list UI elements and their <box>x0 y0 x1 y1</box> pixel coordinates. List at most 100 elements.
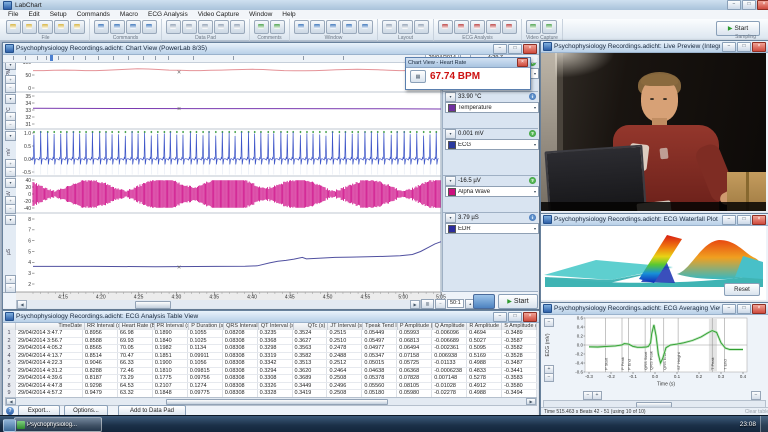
minimize-icon[interactable]: − <box>727 0 741 10</box>
column-header[interactable]: QT Interval (s) <box>259 322 294 330</box>
close-icon[interactable]: × <box>523 44 537 54</box>
info-icon[interactable]: i <box>529 214 536 221</box>
datapad-select-icon[interactable] <box>214 20 229 34</box>
layout-custom-icon[interactable] <box>414 20 429 34</box>
channel-menu-icon[interactable]: ▾ <box>5 215 16 225</box>
minimize-icon[interactable]: − <box>722 42 736 52</box>
channel-value-row[interactable]: ▾0.001 mV <box>445 130 484 138</box>
column-header[interactable]: Tpeak Tend Interv <box>363 322 398 330</box>
table-row[interactable]: 329/04/2014 4:05.20.856570.050.19820.113… <box>3 345 537 353</box>
minimize-icon[interactable]: − <box>722 304 736 314</box>
show-desktop-button[interactable] <box>760 416 768 432</box>
close-icon[interactable]: × <box>752 215 766 225</box>
maximize-icon[interactable]: □ <box>737 304 751 314</box>
axis-zoom-out-icon[interactable]: − <box>5 167 16 177</box>
x-zoom-in-button[interactable]: + <box>592 391 602 400</box>
column-header[interactable]: PR Interval (s) <box>155 322 190 330</box>
axis-zoom-out-icon[interactable]: − <box>5 83 16 93</box>
column-header[interactable]: TimeDate <box>16 322 85 330</box>
preview-window-titlebar[interactable]: Psychophysiology Recordings.adicht: Live… <box>541 41 768 53</box>
datapad-export-icon[interactable] <box>230 20 245 34</box>
layout-columns-icon[interactable] <box>398 20 413 34</box>
channel-value-row[interactable]: ▾3.79 µS <box>445 214 479 222</box>
video-camera-icon[interactable] <box>526 20 541 34</box>
menu-setup[interactable]: Setup <box>45 11 72 18</box>
waterfall-window-titlebar[interactable]: Psychophysiology Recordings.adicht: ECG … <box>541 214 768 226</box>
scroll-left-icon[interactable]: ◀ <box>6 398 16 405</box>
menu-ecg-analysis[interactable]: ECG Analysis <box>143 11 193 18</box>
save-icon[interactable] <box>38 20 53 34</box>
table-row[interactable]: 629/04/2014 4:31.20.828872.460.18100.098… <box>3 368 537 376</box>
column-header[interactable]: P Amplitude (mV) <box>398 322 433 330</box>
minimize-icon[interactable]: − <box>722 215 736 225</box>
menu-macro[interactable]: Macro <box>115 11 143 18</box>
datapad-grid-icon[interactable] <box>166 20 181 34</box>
help-icon[interactable]: ? <box>6 407 14 415</box>
column-header[interactable]: QTc (s) <box>294 322 329 330</box>
channel-selector[interactable]: EDR▾ <box>445 223 539 234</box>
layout-grid-icon[interactable] <box>382 20 397 34</box>
maximize-icon[interactable]: □ <box>737 42 751 52</box>
column-header[interactable]: RR Interval (s) <box>85 322 120 330</box>
annotate-icon[interactable] <box>110 20 125 34</box>
ecg-report-icon[interactable] <box>502 20 517 34</box>
comment-block-marker[interactable] <box>50 55 53 61</box>
zoom-window-icon[interactable] <box>326 20 341 34</box>
comment-marker-x[interactable]: × <box>177 70 181 77</box>
ecg-table-icon[interactable] <box>470 20 485 34</box>
menu-window[interactable]: Window <box>244 11 277 18</box>
close-icon[interactable]: × <box>757 0 768 10</box>
zoom-out-icon[interactable]: − <box>435 299 446 309</box>
help-icon[interactable]: ? <box>529 130 536 137</box>
x-zoom-right-button[interactable]: − <box>751 391 761 400</box>
tile-windows-icon[interactable] <box>294 20 309 34</box>
scroll-right-icon[interactable]: ▶ <box>526 398 536 405</box>
column-header[interactable]: QRS Interval (s) <box>224 322 259 330</box>
chart-window-titlebar[interactable]: Psychophysiology Recordings.adicht: Char… <box>3 43 539 55</box>
table-row[interactable]: 829/04/2014 4:47.80.929864.530.21070.127… <box>3 383 537 391</box>
minimize-icon[interactable]: − <box>493 44 507 54</box>
quick-launch-icon[interactable] <box>3 419 16 432</box>
axis-zoom-out-icon[interactable]: − <box>5 283 16 293</box>
maximize-icon[interactable]: □ <box>742 0 756 10</box>
menu-file[interactable]: File <box>3 11 23 18</box>
compression-ratio[interactable]: 50:1 <box>447 299 464 308</box>
export-icon[interactable] <box>70 20 85 34</box>
taskbar-labchart-button[interactable]: Psychophysiolog... <box>14 417 102 432</box>
column-header[interactable]: S Amplitude (mV) <box>502 322 537 330</box>
menu-commands[interactable]: Commands <box>72 11 115 18</box>
chevron-down-icon[interactable]: ▾ <box>445 129 456 139</box>
close-icon[interactable]: × <box>517 58 528 67</box>
scroll-thumb[interactable] <box>166 399 388 405</box>
close-icon[interactable]: × <box>523 312 537 322</box>
show-comments-icon[interactable] <box>270 20 285 34</box>
ecg-beats-icon[interactable] <box>438 20 453 34</box>
chevron-down-icon[interactable]: ▾ <box>445 213 456 223</box>
capture-window-icon[interactable] <box>358 20 373 34</box>
close-icon[interactable]: × <box>752 304 766 314</box>
new-document-icon[interactable] <box>6 20 21 34</box>
comment-marker-x[interactable]: × <box>177 265 181 272</box>
close-icon[interactable]: × <box>752 42 766 52</box>
channel-selector[interactable]: Temperature▾ <box>445 102 539 113</box>
axis-zoom-out-icon[interactable]: − <box>5 204 16 214</box>
maximize-icon[interactable]: □ <box>508 44 522 54</box>
menu-help[interactable]: Help <box>277 11 300 18</box>
channel-value-row[interactable]: ▾-16.5 µV <box>445 177 481 185</box>
help-icon[interactable]: ? <box>529 177 536 184</box>
datapad-add-icon[interactable] <box>182 20 197 34</box>
averaging-window-titlebar[interactable]: Psychophysiology Recordings.adicht: ECG … <box>541 303 768 315</box>
table-row[interactable]: 129/04/2014 3:47.70.895666.980.18900.105… <box>3 330 537 338</box>
menu-edit[interactable]: Edit <box>23 11 44 18</box>
y-zoom-out2-button[interactable]: − <box>544 373 554 382</box>
add-comment-icon[interactable] <box>254 20 269 34</box>
marker-icon[interactable] <box>126 20 141 34</box>
channel-selector[interactable]: ECG▾ <box>445 139 539 150</box>
taskbar-clock[interactable]: 23:08 <box>740 416 756 432</box>
channel-selector[interactable]: Alpha Wave▾ <box>445 186 539 197</box>
cascade-windows-icon[interactable] <box>310 20 325 34</box>
minimize-icon[interactable]: − <box>493 312 507 322</box>
maximize-icon[interactable]: □ <box>508 312 522 322</box>
film-strip-icon[interactable] <box>542 20 557 34</box>
waveform-cursor-icon[interactable] <box>142 20 157 34</box>
